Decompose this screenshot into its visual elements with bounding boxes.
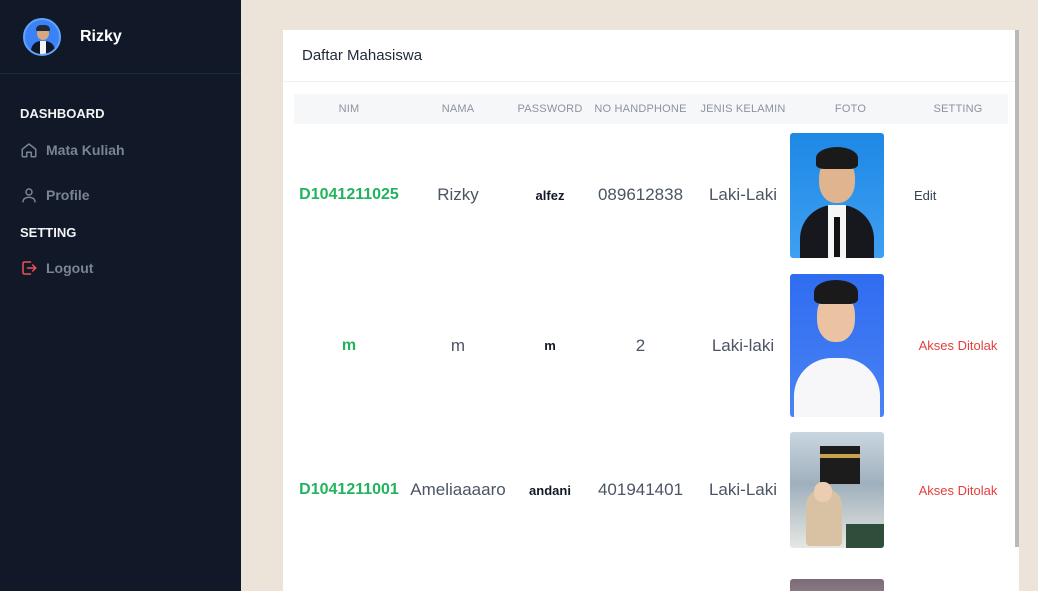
sidebar-header: Rizky	[0, 0, 241, 74]
cell-jenis-kelamin: Laki-laki	[711, 335, 775, 355]
user-icon	[22, 188, 36, 203]
table-row: m m m 2 Laki-laki Akses Ditolak	[294, 266, 1008, 425]
header-foto: FOTO	[834, 103, 867, 115]
section-setting: SETTING	[20, 225, 77, 240]
cell-no-handphone: 089612838	[597, 185, 684, 204]
student-table: NIM NAMA PASSWORD NO HANDPHONE JENIS KEL…	[294, 94, 1008, 591]
cell-nama: Ameliaaaaro	[410, 480, 506, 499]
cell-nim: D1041211025	[299, 186, 399, 203]
cell-jenis-kelamin: Laki-Laki	[708, 185, 778, 204]
header-jenis-kelamin: JENIS KELAMIN	[700, 103, 786, 115]
home-icon	[21, 143, 37, 158]
cell-foto	[790, 124, 908, 266]
cell-nim: D1041211001	[299, 481, 399, 498]
user-name: Rizky	[80, 27, 122, 45]
table-row: D1041211001 Ameliaaaaro andani 401941401…	[294, 425, 1008, 555]
cell-nama: Rizky	[437, 185, 479, 204]
access-denied-label: Akses Ditolak	[918, 338, 998, 353]
table-row: D1041211025 Rizky alfez 089612838 Laki-L…	[294, 124, 1008, 266]
cell-foto	[790, 425, 908, 555]
student-photo	[790, 579, 884, 591]
cell-no-handphone: 2	[635, 335, 646, 355]
cell-no-handphone: 401941401	[597, 480, 684, 499]
sidebar-item-label: Profile	[46, 187, 90, 203]
student-photo	[790, 274, 884, 417]
student-photo	[790, 432, 884, 548]
scrollbar[interactable]	[1015, 30, 1019, 547]
table-row	[294, 555, 1008, 591]
card-title: Daftar Mahasiswa	[283, 30, 1019, 82]
sidebar-item-mata-kuliah[interactable]: Mata Kuliah	[0, 140, 241, 160]
cell-jenis-kelamin: Laki-Laki	[708, 480, 778, 499]
header-nim: NIM	[338, 103, 360, 115]
header-setting: SETTING	[933, 103, 983, 115]
avatar[interactable]	[23, 17, 61, 56]
sidebar-item-logout[interactable]: Logout	[0, 258, 241, 278]
sidebar-item-profile[interactable]: Profile	[0, 185, 241, 205]
table-header-row: NIM NAMA PASSWORD NO HANDPHONE JENIS KEL…	[294, 94, 1008, 124]
cell-foto	[790, 266, 908, 425]
cell-foto	[790, 555, 908, 591]
sidebar-item-label: Logout	[46, 260, 94, 276]
header-password: PASSWORD	[517, 103, 583, 115]
cell-nim: m	[341, 336, 357, 354]
section-dashboard: DASHBOARD	[20, 106, 105, 121]
sidebar-item-label: Mata Kuliah	[46, 142, 125, 158]
student-list-card: Daftar Mahasiswa NIM NAMA PASSWORD NO HA…	[283, 30, 1019, 591]
cell-password: andani	[529, 482, 571, 498]
header-nama: NAMA	[441, 103, 475, 115]
header-no-handphone: NO HANDPHONE	[594, 103, 687, 115]
sidebar: Rizky DASHBOARD Mata Kuliah Profile SETT…	[0, 0, 241, 591]
cell-password: alfez	[535, 187, 565, 203]
student-photo	[790, 132, 884, 258]
cell-nama: m	[450, 335, 466, 355]
cell-password: m	[544, 338, 556, 353]
logout-icon	[22, 261, 37, 275]
access-denied-label: Akses Ditolak	[918, 482, 998, 498]
edit-link[interactable]: Edit	[908, 124, 1008, 266]
